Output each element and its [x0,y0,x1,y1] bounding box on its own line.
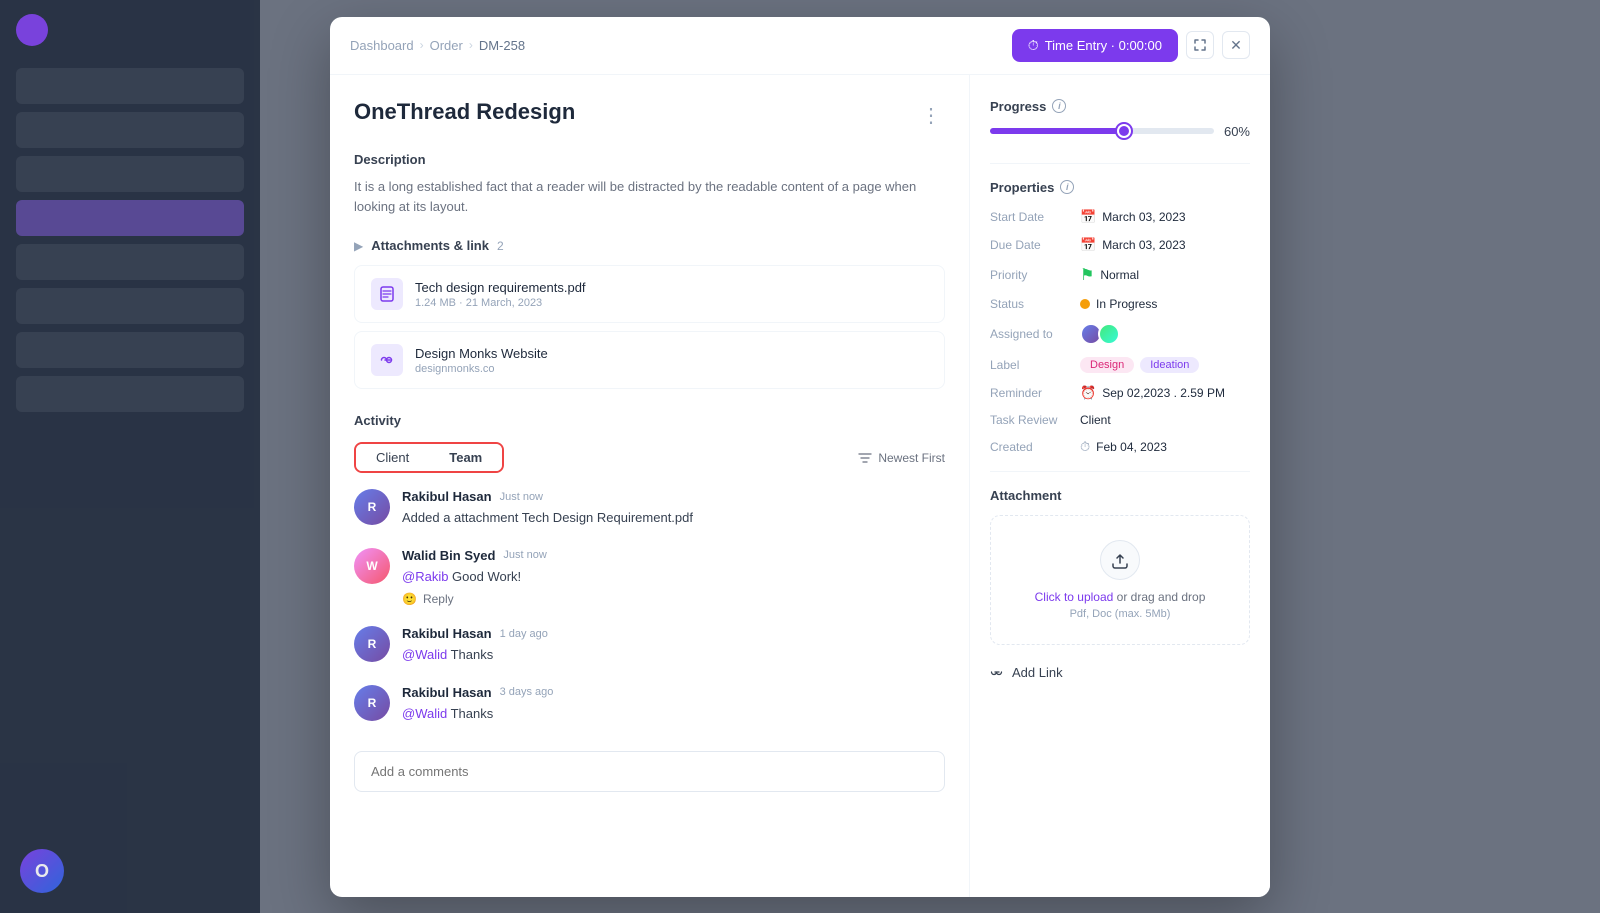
clock-icon-created: ⏱ [1080,439,1090,455]
avatar-rakibul-2: R [354,626,390,662]
reply-button[interactable]: 🙂 Reply [402,592,547,606]
attachments-label: Attachments & link [371,238,489,253]
prop-reminder: Reminder ⏰ Sep 02,2023 . 2.59 PM [990,385,1250,401]
breadcrumb-sep1: › [420,38,424,52]
divider-1 [990,163,1250,164]
breadcrumb-sep2: › [469,38,473,52]
activity-label: Activity [354,413,945,428]
attachment-info-pdf: Tech design requirements.pdf 1.24 MB · 2… [415,280,586,309]
comment-item-2: W Walid Bin Syed Just now @Rakib Good Wo… [354,548,945,607]
attachment-item-link[interactable]: Design Monks Website designmonks.co [354,331,945,389]
expand-icon[interactable] [1186,31,1214,59]
label-design[interactable]: Design [1080,357,1134,373]
comment-item-4: R Rakibul Hasan 3 days ago @Walid Thanks [354,685,945,724]
assignee-avatar-2 [1098,323,1120,345]
right-panel: Progress i 60% Properties [970,75,1270,897]
upload-subtext: Pdf, Doc (max. 5Mb) [1007,608,1233,620]
comment-content-4: Rakibul Hasan 3 days ago @Walid Thanks [402,685,553,724]
sort-button[interactable]: Newest First [858,451,945,465]
calendar-icon-start: 📅 [1080,209,1096,225]
attachment-item-pdf[interactable]: Tech design requirements.pdf 1.24 MB · 2… [354,265,945,323]
breadcrumb-order[interactable]: Order [430,38,463,53]
progress-info-icon: i [1052,99,1066,113]
activity-tabs: Client Team [354,442,504,473]
assignee-avatars [1080,323,1116,345]
file-icon [371,278,403,310]
prop-status: Status In Progress [990,297,1250,311]
comment-content-2: Walid Bin Syed Just now @Rakib Good Work… [402,548,547,607]
prop-start-date: Start Date 📅 March 03, 2023 [990,209,1250,225]
tab-client[interactable]: Client [356,444,429,471]
priority-flag-icon: ⚑ [1080,265,1094,285]
avatar-rakibul-3: R [354,685,390,721]
clock-icon-reminder: ⏰ [1080,385,1096,401]
topbar-actions: ⏱ Time Entry · 0:00:00 ✕ [1012,29,1250,62]
task-title-row: OneThread Redesign ⋮ [354,99,945,132]
upload-icon [1100,540,1140,580]
progress-label: Progress [990,99,1046,114]
progress-header: Progress i [990,99,1250,114]
progress-thumb [1117,124,1131,138]
divider-2 [990,471,1250,472]
progress-section: Progress i 60% [990,99,1250,139]
attachment-info-link: Design Monks Website designmonks.co [415,346,548,375]
calendar-icon-due: 📅 [1080,237,1096,253]
description-text: It is a long established fact that a rea… [354,177,945,219]
attachments-count: 2 [497,239,504,253]
progress-track-row: 60% [990,124,1250,139]
avatar-walid: W [354,548,390,584]
comment-item-1: R Rakibul Hasan Just now Added a attachm… [354,489,945,528]
properties-info-icon: i [1060,180,1074,194]
prop-due-date: Due Date 📅 March 03, 2023 [990,237,1250,253]
task-title: OneThread Redesign [354,99,575,125]
tab-team[interactable]: Team [429,444,502,471]
label-ideation[interactable]: Ideation [1140,357,1199,373]
upload-area[interactable]: Click to upload or drag and drop Pdf, Do… [990,515,1250,645]
comment-content-3: Rakibul Hasan 1 day ago @Walid Thanks [402,626,548,665]
breadcrumb: Dashboard › Order › DM-258 [350,38,525,53]
progress-track[interactable] [990,128,1214,134]
attachments-header[interactable]: ▶ Attachments & link 2 [354,238,945,253]
prop-created: Created ⏱ Feb 04, 2023 [990,439,1250,455]
breadcrumb-id: DM-258 [479,38,525,53]
modal: Dashboard › Order › DM-258 ⏱ Time Entry … [330,17,1270,897]
prop-task-review: Task Review Client [990,413,1250,427]
modal-body: OneThread Redesign ⋮ Description It is a… [330,75,1270,897]
time-entry-button[interactable]: ⏱ Time Entry · 0:00:00 [1012,29,1178,62]
comment-item-3: R Rakibul Hasan 1 day ago @Walid Thanks [354,626,945,665]
close-icon[interactable]: ✕ [1222,31,1250,59]
breadcrumb-dashboard[interactable]: Dashboard [350,38,414,53]
add-link-button[interactable]: Add Link [990,657,1250,688]
description-label: Description [354,152,945,167]
prop-assigned-to: Assigned to [990,323,1250,345]
modal-backdrop: Dashboard › Order › DM-258 ⏱ Time Entry … [0,0,1600,913]
left-panel: OneThread Redesign ⋮ Description It is a… [330,75,970,897]
comment-input[interactable] [354,751,945,792]
attachment-right-section: Attachment Click to upload or drag and d… [990,488,1250,688]
activity-tabs-row: Client Team Newest First [354,442,945,473]
add-link-label: Add Link [1012,665,1063,680]
click-to-upload[interactable]: Click to upload [1035,590,1114,604]
properties-label: Properties [990,180,1054,195]
prop-priority: Priority ⚑ Normal [990,265,1250,285]
activity-section: Activity Client Team Newest First [354,413,945,792]
properties-header: Properties i [990,180,1250,195]
avatar-rakibul-1: R [354,489,390,525]
upload-text: Click to upload or drag and drop [1007,590,1233,604]
progress-fill [990,128,1124,134]
link-icon [371,344,403,376]
status-dot [1080,299,1090,309]
prop-label: Label Design Ideation [990,357,1250,373]
modal-topbar: Dashboard › Order › DM-258 ⏱ Time Entry … [330,17,1270,75]
properties-section: Properties i Start Date 📅 March 03, 2023… [990,180,1250,455]
comment-content-1: Rakibul Hasan Just now Added a attachmen… [402,489,693,528]
more-options-button[interactable]: ⋮ [917,99,945,132]
progress-percent: 60% [1224,124,1250,139]
attachment-right-label: Attachment [990,488,1250,503]
